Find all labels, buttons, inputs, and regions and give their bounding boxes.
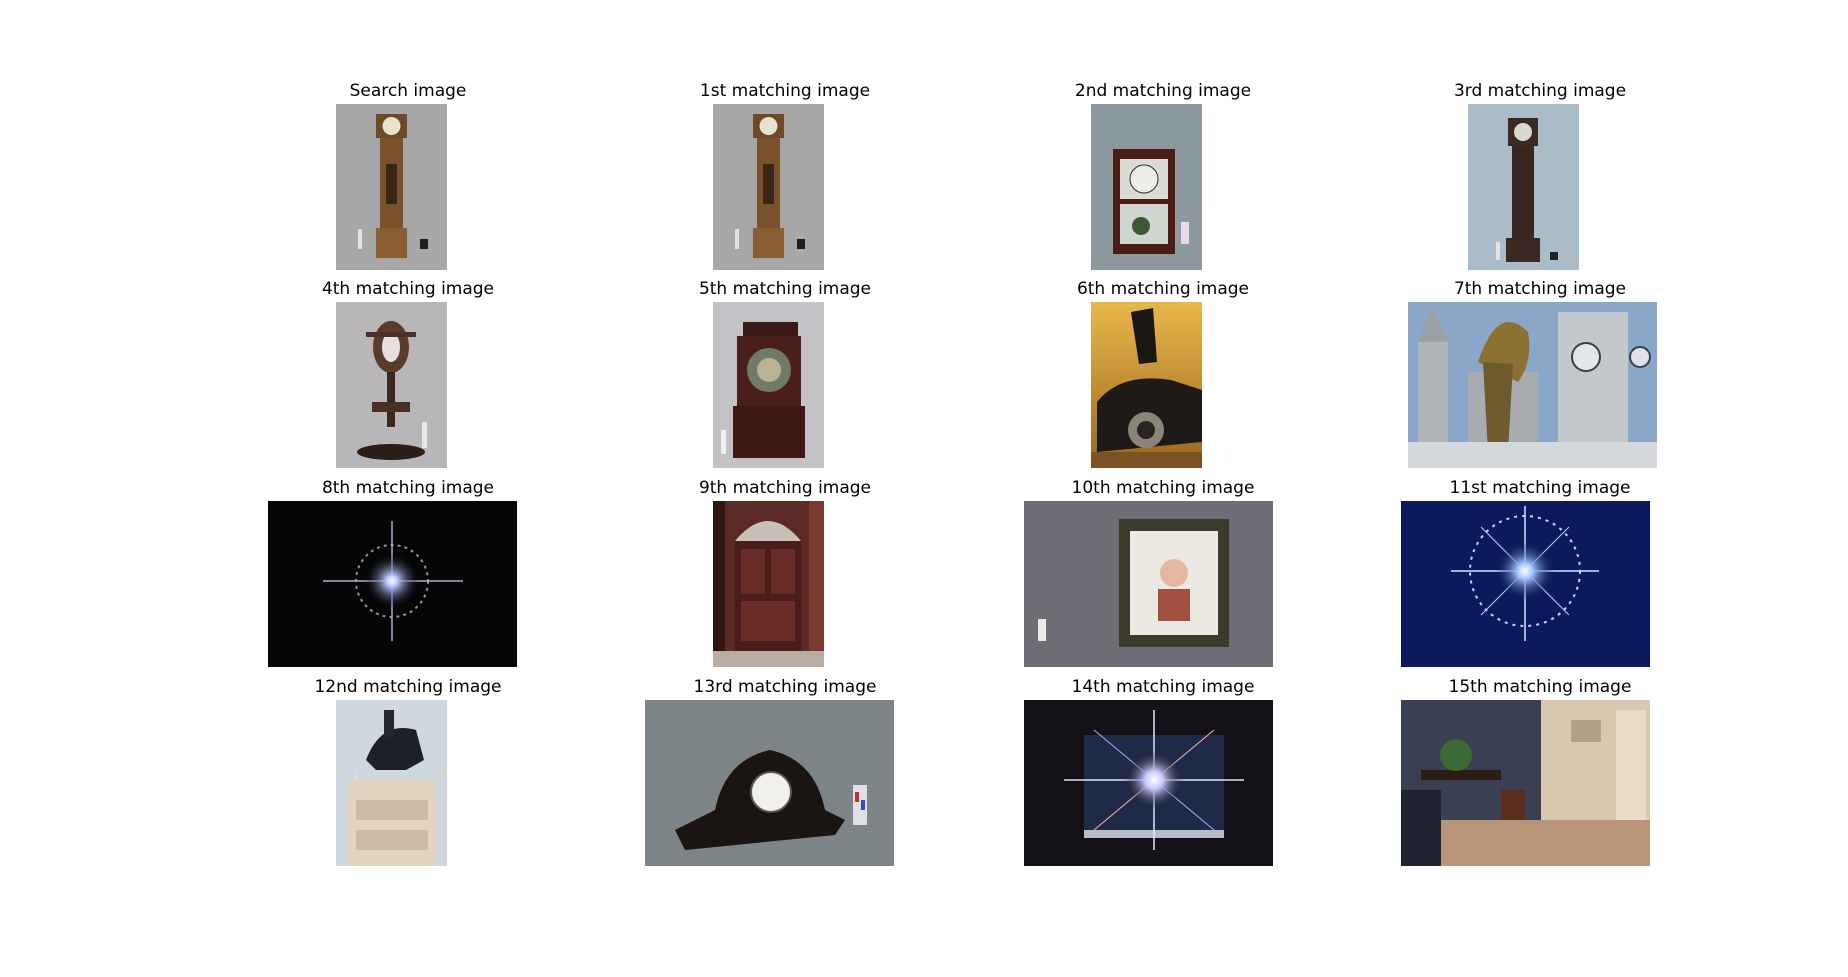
mantel-clock-icon: [645, 700, 894, 866]
equestrian-statue-icon: [336, 700, 447, 866]
sports-car-icon: [1091, 302, 1202, 468]
cell-title: 12nd matching image: [314, 677, 502, 697]
cell-title: 9th matching image: [698, 478, 872, 498]
shelf-clock-icon: [1091, 104, 1202, 270]
cell-title: Search image: [349, 81, 467, 101]
cell-title: 11st matching image: [1449, 478, 1631, 498]
cell-title: 5th matching image: [698, 279, 872, 299]
matching-images-figure: Search image 1st matching image 2nd matc…: [0, 0, 1848, 977]
cell-title: 14th matching image: [1071, 677, 1255, 697]
cell-title: 6th matching image: [1076, 279, 1250, 299]
starburst-icon: [268, 501, 517, 667]
starburst-icon: [1024, 700, 1273, 866]
cell-title: 2nd matching image: [1074, 81, 1252, 101]
cabinet-clock-icon: [713, 302, 824, 468]
picture-frame-icon: [1024, 501, 1273, 667]
cell-title: 3rd matching image: [1453, 81, 1627, 101]
cell-title: 1st matching image: [699, 81, 871, 101]
grandfather-clock-icon: [1468, 104, 1579, 270]
office-room-icon: [1401, 700, 1650, 866]
cell-title: 10th matching image: [1071, 478, 1255, 498]
cell-title: 15th matching image: [1448, 677, 1632, 697]
grandfather-clock-icon: [713, 104, 824, 270]
cell-title: 4th matching image: [321, 279, 495, 299]
ornate-clock-stand-icon: [336, 302, 447, 468]
cell-title: 8th matching image: [321, 478, 495, 498]
wooden-door-icon: [713, 501, 824, 667]
cell-title: 13rd matching image: [693, 677, 877, 697]
grandfather-clock-icon: [336, 104, 447, 270]
cell-title: 7th matching image: [1453, 279, 1627, 299]
statue-clock-tower-icon: [1408, 302, 1657, 468]
starburst-icon: [1401, 501, 1650, 667]
